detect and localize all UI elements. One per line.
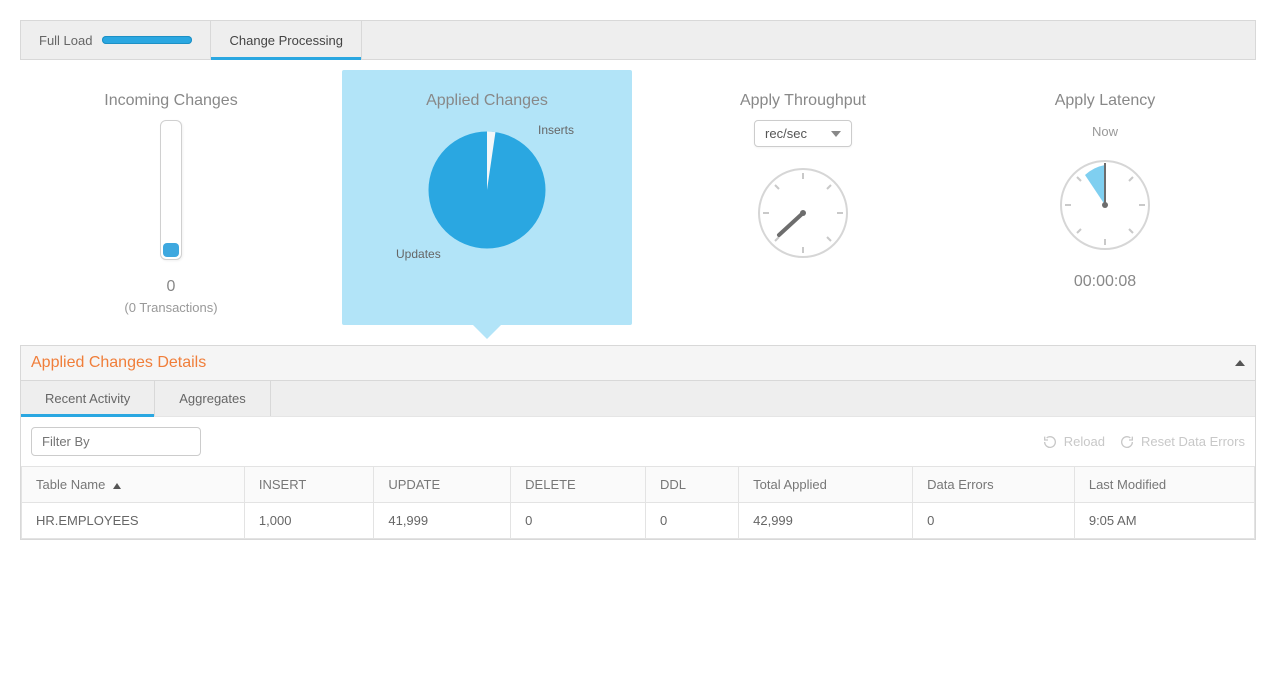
table-header-row: Table Name INSERT UPDATE DELETE DDL Tota… (22, 467, 1255, 503)
reset-label: Reset Data Errors (1141, 434, 1245, 449)
incoming-sub: (0 Transactions) (124, 300, 217, 315)
cell-modified: 9:05 AM (1074, 503, 1254, 539)
col-insert[interactable]: INSERT (244, 467, 373, 503)
undo-icon (1119, 434, 1135, 450)
dashboard: Incoming Changes 0 (0 Transactions) Appl… (20, 60, 1256, 345)
cell-total: 42,999 (739, 503, 913, 539)
subtab-aggregates[interactable]: Aggregates (155, 381, 271, 416)
apply-latency-value: 00:00:08 (1074, 273, 1136, 291)
tab-change-processing-label: Change Processing (229, 33, 342, 48)
incoming-thermometer-icon (160, 120, 182, 260)
subtab-recent-label: Recent Activity (45, 391, 130, 406)
cell-table-name: HR.EMPLOYEES (22, 503, 245, 539)
apply-throughput-title: Apply Throughput (740, 92, 866, 110)
apply-latency-card: Apply Latency Now 00:00:08 (954, 70, 1256, 325)
collapse-panel-icon[interactable] (1235, 360, 1245, 366)
apply-latency-sub: Now (1092, 124, 1118, 139)
col-delete[interactable]: DELETE (511, 467, 646, 503)
incoming-changes-title: Incoming Changes (104, 92, 237, 110)
throughput-gauge-icon (753, 163, 853, 263)
cell-errors: 0 (913, 503, 1075, 539)
pie-label-updates: Updates (396, 247, 441, 261)
applied-changes-title: Applied Changes (426, 92, 548, 110)
pie-label-inserts: Inserts (538, 123, 574, 137)
tab-change-processing[interactable]: Change Processing (211, 21, 361, 59)
top-tabs: Full Load Change Processing (20, 20, 1256, 60)
full-load-progress-icon (102, 36, 192, 44)
reload-button[interactable]: Reload (1042, 434, 1105, 450)
throughput-unit-select[interactable]: rec/sec (754, 120, 852, 147)
subtab-aggregates-label: Aggregates (179, 391, 246, 406)
apply-latency-title: Apply Latency (1055, 92, 1156, 110)
reload-icon (1042, 434, 1058, 450)
col-errors[interactable]: Data Errors (913, 467, 1075, 503)
tab-full-load[interactable]: Full Load (21, 21, 211, 59)
latency-gauge-icon (1055, 155, 1155, 255)
col-modified[interactable]: Last Modified (1074, 467, 1254, 503)
details-controls: Reload Reset Data Errors (21, 416, 1255, 466)
subtab-recent-activity[interactable]: Recent Activity (21, 381, 155, 416)
apply-throughput-card: Apply Throughput rec/sec (652, 70, 954, 325)
details-table: Table Name INSERT UPDATE DELETE DDL Tota… (21, 466, 1255, 539)
table-row[interactable]: HR.EMPLOYEES 1,000 41,999 0 0 42,999 0 9… (22, 503, 1255, 539)
applied-changes-card[interactable]: Applied Changes Inserts Updates (342, 70, 632, 325)
tab-full-load-label: Full Load (39, 33, 92, 48)
col-ddl[interactable]: DDL (645, 467, 738, 503)
details-title: Applied Changes Details (31, 354, 206, 372)
incoming-changes-card: Incoming Changes 0 (0 Transactions) (20, 70, 322, 325)
cell-update: 41,999 (374, 503, 511, 539)
sort-asc-icon (113, 483, 121, 489)
incoming-value: 0 (167, 278, 176, 296)
filter-input[interactable] (31, 427, 201, 456)
col-update[interactable]: UPDATE (374, 467, 511, 503)
reload-label: Reload (1064, 434, 1105, 449)
applied-changes-details-panel: Applied Changes Details Recent Activity … (20, 345, 1256, 540)
chevron-down-icon (831, 131, 841, 137)
applied-pie-chart: Inserts Updates (422, 125, 552, 255)
reset-data-errors-button[interactable]: Reset Data Errors (1119, 434, 1245, 450)
throughput-unit-selected: rec/sec (765, 126, 807, 141)
cell-insert: 1,000 (244, 503, 373, 539)
col-total[interactable]: Total Applied (739, 467, 913, 503)
col-table-name-label: Table Name (36, 477, 105, 492)
col-table-name[interactable]: Table Name (22, 467, 245, 503)
details-subtabs: Recent Activity Aggregates (21, 380, 1255, 416)
cell-ddl: 0 (645, 503, 738, 539)
cell-delete: 0 (511, 503, 646, 539)
